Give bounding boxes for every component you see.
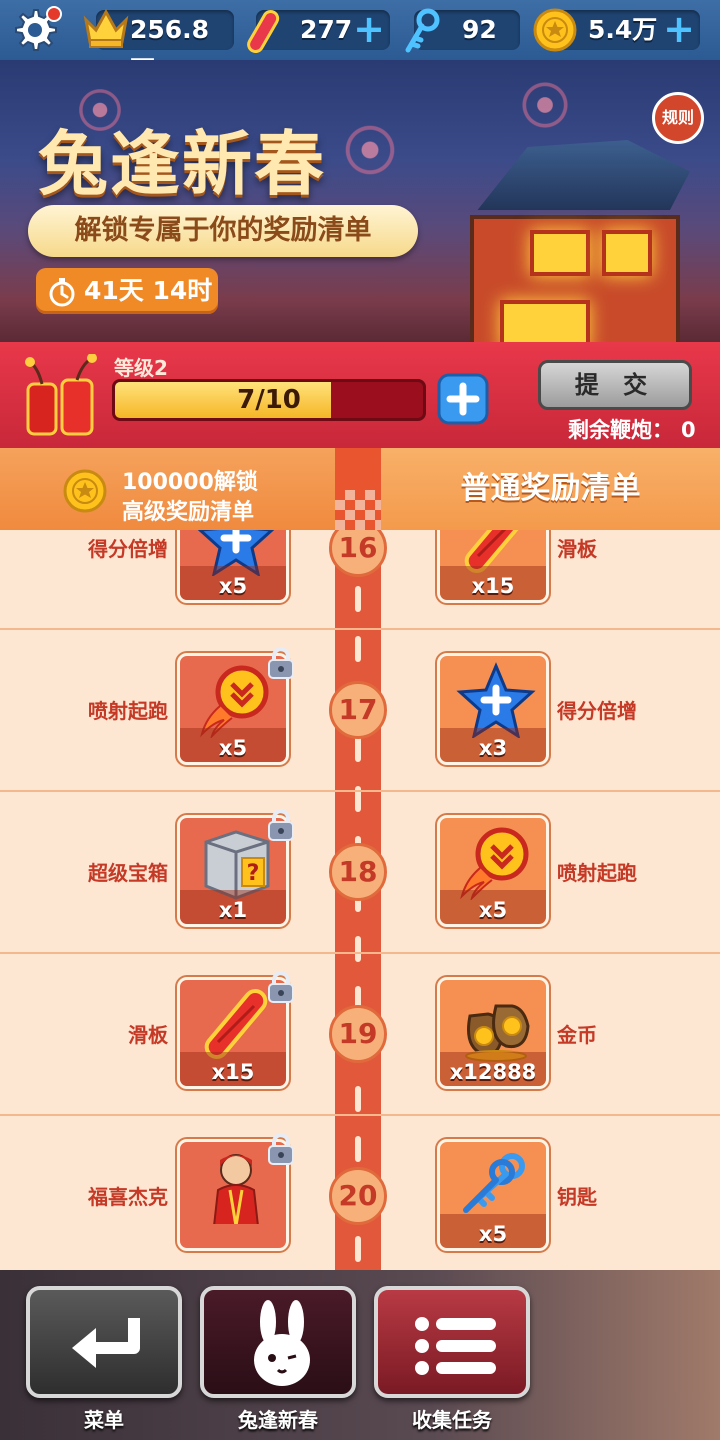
progress-text: 7/10 (237, 385, 301, 415)
premium-list-label: 高级奖励清单 (122, 500, 255, 525)
reward-list[interactable]: 得分倍增 x5 16 x15 滑板 喷射起跑 x5 17 x3 得分倍增 超级宝箱? x1 18 x5 喷射… (0, 530, 720, 1270)
key-icon (405, 8, 440, 53)
reward-tile[interactable]: x15 (437, 530, 549, 603)
premium-price: 100000解锁 (122, 470, 258, 495)
timer-text: 41天 14时 (84, 276, 213, 305)
crowns-counter: 256.8万 (83, 8, 234, 84)
character-jake-icon (213, 1154, 259, 1224)
headstart-icon (460, 827, 529, 900)
reward-quantity: x5 (478, 898, 508, 922)
normal-reward-name: 喷射起跑 (557, 861, 637, 885)
keys-value: 92 (462, 15, 497, 44)
reward-quantity: x5 (218, 574, 248, 598)
coin-icon (63, 469, 107, 513)
tasks-label: 收集任务 (412, 1408, 492, 1432)
reward-row: 得分倍增 x5 16 x15 滑板 (0, 530, 720, 630)
boards-counter: 277 + (247, 10, 390, 53)
normal-reward-name: 金币 (557, 1023, 597, 1047)
reward-row: 滑板 x15 19 x12888 金币 (0, 954, 720, 1116)
premium-reward-name: 福喜杰克 (88, 1185, 168, 1209)
premium-reward-name: 喷射起跑 (88, 699, 168, 723)
submit-button[interactable]: 提 交 (538, 360, 692, 410)
settings-button[interactable] (10, 6, 62, 54)
lock-icon (268, 647, 294, 679)
reward-tile[interactable]: x5 (437, 815, 549, 927)
headstart-icon (200, 665, 269, 738)
coin-icon (533, 8, 577, 52)
remaining-firecrackers: 剩余鞭炮： 0 (568, 414, 696, 444)
reward-quantity: x5 (478, 1222, 508, 1246)
lock-icon (268, 971, 294, 1003)
reward-row: 超级宝箱? x1 18 x5 喷射起跑 (0, 792, 720, 954)
star-icon (456, 662, 536, 738)
tasks-button[interactable] (374, 1286, 530, 1398)
premium-unlock-tab[interactable]: 100000解锁 高级奖励清单 (0, 448, 335, 530)
premium-reward-name: 得分倍增 (88, 537, 168, 561)
remaining-label: 剩余鞭炮： (568, 418, 673, 442)
normal-reward-name: 得分倍增 (557, 699, 637, 723)
reward-tile[interactable]: x12888 (437, 977, 549, 1089)
firecracker-icon (25, 354, 97, 436)
reward-tile[interactable]: x3 (437, 653, 549, 765)
event-button[interactable] (200, 1286, 356, 1398)
normal-rewards-tab[interactable]: 普通奖励清单 (381, 448, 720, 530)
reward-row: 福喜杰克 20 x5 钥匙 (0, 1116, 720, 1270)
add-coins-button[interactable]: + (662, 10, 696, 48)
reward-tile[interactable]: x5 (437, 1139, 549, 1251)
remaining-value: 0 (681, 418, 696, 442)
normal-reward-name: 滑板 (557, 537, 597, 561)
level-badge: 17 (329, 681, 387, 739)
premium-reward-name: 滑板 (128, 1023, 168, 1047)
keys-icon (463, 1153, 525, 1213)
level-progress-bar: 7/10 (112, 379, 426, 421)
menu-button[interactable] (26, 1286, 182, 1398)
bottom-nav: 菜单 兔逢新春 收集任务 (0, 1270, 720, 1440)
event-subtitle: 解锁专属于你的奖励清单 (28, 205, 418, 257)
add-boards-button[interactable]: + (352, 10, 386, 48)
event-label: 兔逢新春 (238, 1408, 318, 1432)
rabbit-icon (254, 1300, 310, 1386)
hoverboard-icon (204, 989, 268, 1059)
normal-reward-name: 钥匙 (557, 1185, 597, 1209)
reward-quantity: x15 (471, 574, 515, 598)
reward-quantity: x3 (478, 736, 508, 760)
checkered-flag (335, 490, 381, 530)
level-badge: 19 (329, 1005, 387, 1063)
event-title: 兔逢新春 (38, 122, 326, 205)
keys-counter: 92 (405, 8, 520, 53)
coins-value: 5.4万 (588, 15, 658, 44)
level-label: 等级2 (114, 356, 168, 380)
level-badge: 16 (329, 530, 387, 577)
stopwatch-icon (49, 278, 75, 307)
premium-reward-name: 超级宝箱 (88, 861, 168, 885)
menu-label: 菜单 (84, 1408, 124, 1432)
event-timer: 41天 14时 (36, 268, 218, 314)
notification-dot (46, 6, 62, 22)
event-banner: 兔逢新春 解锁专属于你的奖励清单 41天 14时 规则 (0, 60, 720, 342)
lock-icon (268, 809, 294, 841)
add-firecracker-button[interactable] (437, 373, 489, 425)
svg-text:?: ? (247, 861, 260, 886)
boards-value: 277 (300, 15, 353, 44)
reward-quantity: x5 (218, 736, 248, 760)
mystery-box-icon: ? (204, 830, 270, 900)
coin-bags-icon (465, 1004, 530, 1062)
list-icon (415, 1317, 496, 1375)
level-badge: 18 (329, 843, 387, 901)
level-badge: 20 (329, 1167, 387, 1225)
reward-row: 喷射起跑 x5 17 x3 得分倍增 (0, 630, 720, 792)
coins-counter: 5.4万 + (533, 8, 700, 52)
reward-quantity: x15 (211, 1060, 255, 1084)
reward-quantity: x12888 (449, 1060, 537, 1084)
reward-quantity: x1 (218, 898, 248, 922)
crown-icon (83, 8, 129, 48)
house-illustration (430, 120, 690, 342)
lock-icon (268, 1133, 294, 1165)
rules-button[interactable]: 规则 (652, 92, 704, 144)
reward-tile[interactable]: x5 (177, 530, 289, 603)
currency-bar: 256.8万 277 + 92 5.4万 + (0, 0, 720, 84)
hoverboard-icon (247, 10, 280, 53)
return-arrow-icon (72, 1318, 140, 1368)
